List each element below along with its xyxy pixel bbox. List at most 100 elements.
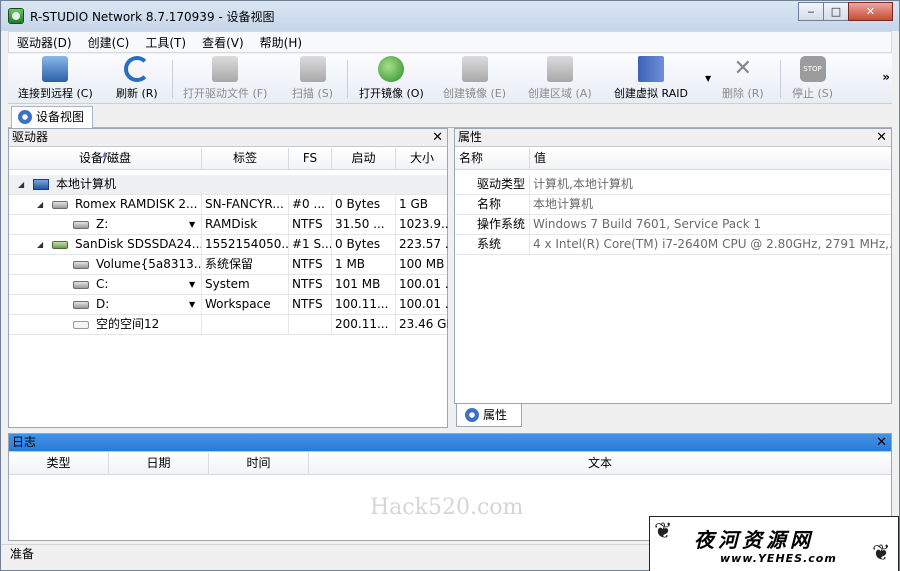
create-image-button[interactable]: 创建镜像 (E) [443,56,506,102]
property-row[interactable]: 操作系统 Windows 7 Build 7601, Service Pack … [455,215,891,235]
menu-create[interactable]: 创建(C) [80,34,138,51]
property-row[interactable]: 名称 本地计算机 [455,195,891,215]
device-label: System [202,275,289,295]
collapse-arrow-icon[interactable]: ◢ [18,175,24,194]
delete-button[interactable]: ✕ 删除 (R) [722,56,764,102]
menu-tools[interactable]: 工具(T) [137,34,194,51]
tab-device-view[interactable]: 设备视图 [11,106,94,128]
row-dropdown-arrow[interactable]: ▼ [189,215,195,234]
device-name: Z: [93,215,202,235]
ornament-icon: ❦ [872,541,891,566]
close-button[interactable]: ✕ [848,2,893,21]
open-drive-files-icon [212,56,239,82]
create-image-icon [461,56,488,82]
create-region-button[interactable]: 创建区域 (A) [528,56,592,102]
connect-remote-label: 连接到远程 (C) [18,87,93,100]
tab-device-view-label: 设备视图 [36,110,85,124]
device-name: 空的空间12 [93,315,202,335]
col-device-disk[interactable]: ▲ 设备/磁盘 [9,148,202,170]
col-prop-name[interactable]: 名称 [455,148,530,170]
col-label[interactable]: 标签 [202,148,289,170]
refresh-button[interactable]: 刷新 (R) [116,56,158,102]
device-name: 本地计算机 [56,177,117,191]
empty-space-icon [73,321,89,329]
partition-icon [73,301,89,309]
device-name: Romex RAMDISK 2... [72,195,202,215]
properties-panel-header: 属性 ✕ [455,129,891,147]
col-log-text[interactable]: 文本 [309,453,891,475]
maximize-button[interactable]: □ [823,2,849,21]
row-dropdown-arrow[interactable]: ▼ [189,275,195,294]
title-bar: R-STUDIO Network 8.7.170939 - 设备视图 ‒ □ ✕ [1,1,899,31]
sort-ascending-icon: ▲ [102,150,108,158]
view-tab-strip: 设备视图 [8,105,892,128]
col-start[interactable]: 启动 [332,148,396,170]
menu-help[interactable]: 帮助(H) [252,34,310,51]
hard-disk-icon [52,201,68,209]
ornament-icon: ❦ [654,519,673,544]
delete-label: 删除 (R) [722,87,764,100]
minimize-button[interactable]: ‒ [798,2,824,21]
site-logo: ❦ ❦ 夜河资源网 www.YEHES.com [649,516,899,571]
property-name: 名称 [455,195,530,215]
collapse-arrow-icon[interactable]: ◢ [37,195,43,214]
drives-column-header: ▲ 设备/磁盘 标签 FS 启动 大小 [9,148,447,170]
window-title: R-STUDIO Network 8.7.170939 - 设备视图 [30,10,275,24]
table-row[interactable]: ◢ SanDisk SDSSDA24... 1552154050... #1 S… [9,235,448,255]
device-start: 31.50 ... [332,215,396,235]
row-dropdown-arrow[interactable]: ▼ [189,295,195,314]
properties-panel: 属性 ✕ 名称 值 驱动类型 计算机,本地计算机 名称 本地计算机 操作系统 W… [454,128,892,404]
device-size: 23.46 GB [399,317,448,331]
table-row[interactable]: Z: ▼ RAMDisk NTFS 31.50 ... 1023.9... [9,215,448,235]
property-value: 本地计算机 [533,197,594,211]
create-virtual-raid-button[interactable]: 创建虚拟 RAID [614,56,688,102]
table-row[interactable]: D: ▼ Workspace NTFS 100.11... 100.01 ... [9,295,448,315]
property-row[interactable]: 系统 4 x Intel(R) Core(TM) i7-2640M CPU @ … [455,235,891,255]
col-size[interactable]: 大小 [396,148,448,170]
scan-button[interactable]: 扫描 (S) [292,56,333,102]
tab-properties[interactable]: 属性 [456,404,522,427]
table-row[interactable]: Volume{5a8313... 系统保留 NTFS 1 MB 100 MB [9,255,447,275]
log-panel-close-button[interactable]: ✕ [876,434,887,451]
col-log-time[interactable]: 时间 [209,453,309,475]
raid-dropdown-arrow[interactable]: ▼ [705,74,711,83]
drives-panel: 驱动器 ✕ ▲ 设备/磁盘 标签 FS 启动 大小 ◢ 本地计算机 ◢ Rome… [8,128,448,428]
device-size: 100.01 ... [399,277,448,291]
stop-label: 停止 (S) [792,87,834,100]
stop-button[interactable]: STOP 停止 (S) [792,56,833,102]
r-studio-app-icon [8,8,24,24]
drives-panel-close-button[interactable]: ✕ [432,129,443,146]
device-label: 系统保留 [202,255,289,275]
open-drive-files-button[interactable]: 打开驱动文件 (F) [183,56,267,102]
menu-view[interactable]: 查看(V) [194,34,252,51]
open-image-icon [378,56,405,82]
device-fs: NTFS [289,255,332,275]
connect-remote-button[interactable]: 连接到远程 (C) [18,56,93,102]
device-size: 100 MB [399,257,445,271]
collapse-arrow-icon[interactable]: ◢ [37,235,43,254]
stop-icon: STOP [799,56,826,82]
scan-label: 扫描 (S) [292,87,334,100]
device-name: Volume{5a8313... [93,255,202,275]
device-label: 1552154050... [202,235,289,255]
col-fs[interactable]: FS [289,148,332,170]
open-image-button[interactable]: 打开镜像 (O) [359,56,424,102]
log-panel-header: 日志 ✕ [9,434,891,452]
toolbar-more-button[interactable]: » [882,70,890,84]
properties-panel-close-button[interactable]: ✕ [876,129,887,146]
col-log-type[interactable]: 类型 [9,453,109,475]
table-row[interactable]: 空的空间12 200.11... 23.46 GB [9,315,448,335]
property-value: Windows 7 Build 7601, Service Pack 1 [533,217,762,231]
device-fs: NTFS [289,295,332,315]
table-row[interactable]: C: ▼ System NTFS 101 MB 100.01 ... [9,275,448,295]
device-label: Workspace [202,295,289,315]
open-drive-files-label: 打开驱动文件 (F) [183,87,268,100]
col-log-date[interactable]: 日期 [109,453,209,475]
property-row[interactable]: 驱动类型 计算机,本地计算机 [455,175,891,195]
table-row[interactable]: ◢ Romex RAMDISK 2... SN-FANCYR... #0 ...… [9,195,447,215]
device-label: SN-FANCYR... [202,195,289,215]
table-row[interactable]: ◢ 本地计算机 [9,175,447,195]
device-name: SanDisk SDSSDA24... [72,235,202,255]
col-prop-value[interactable]: 值 [530,148,891,170]
menu-drives[interactable]: 驱动器(D) [9,34,80,51]
